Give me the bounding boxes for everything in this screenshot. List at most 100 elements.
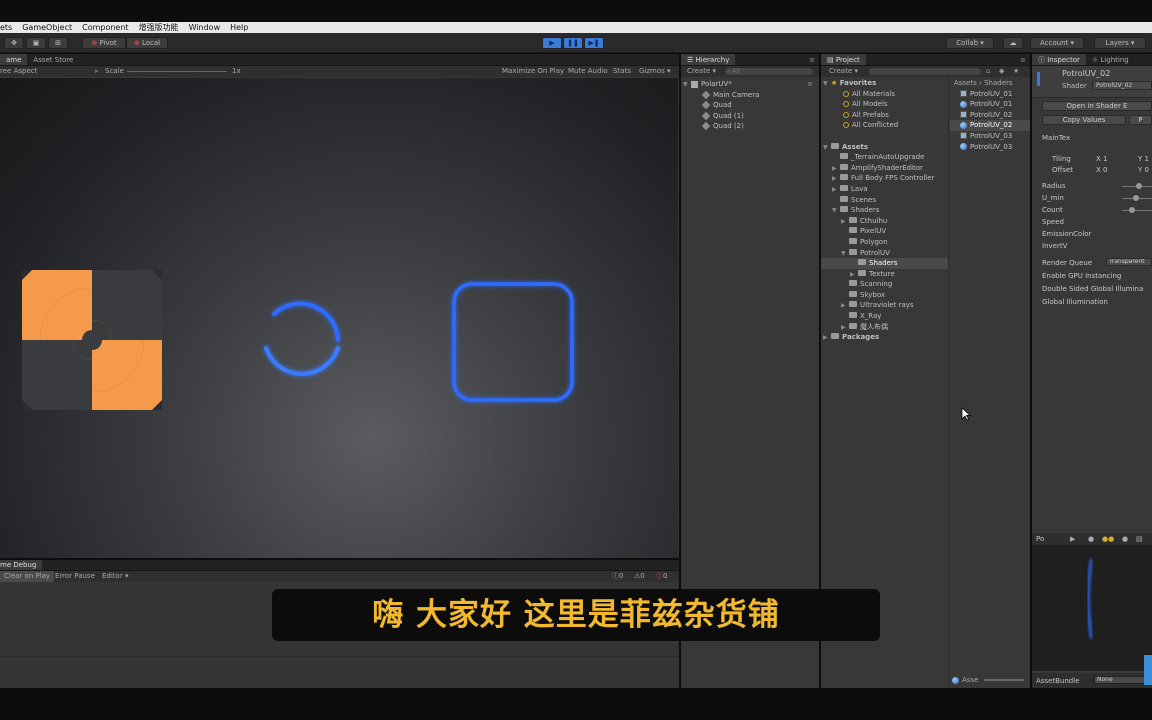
game-viewport[interactable] [0, 78, 678, 558]
menu-help[interactable]: Help [230, 23, 248, 32]
move-tool-icon[interactable]: ✥ [4, 37, 24, 49]
search-by-type-icon[interactable]: ⌂ [986, 66, 990, 77]
tab-asset-store[interactable]: Asset Store [27, 54, 79, 65]
favorites-header[interactable]: ▼ ★ Favorites [821, 78, 948, 89]
step-button[interactable]: ▶❚ [584, 37, 604, 49]
clear-on-play-toggle[interactable]: Clear on Play [0, 571, 55, 582]
stats-toggle[interactable]: Stats [613, 66, 631, 77]
icon-size-slider[interactable] [984, 679, 1024, 681]
tab-game[interactable]: ame [0, 54, 28, 65]
info-count[interactable]: ⓘ0 [612, 571, 623, 582]
project-file-item[interactable]: PotrolUV_01 [950, 99, 1030, 110]
tab-inspector[interactable]: ⓘ Inspector [1032, 54, 1086, 65]
favorite-all-materials[interactable]: All Materials [821, 89, 948, 100]
project-folder-item[interactable]: ▶ Full Body FPS Controller [821, 173, 948, 184]
favorite-all-conflicted[interactable]: All Conflicted [821, 120, 948, 131]
project-folder-item[interactable]: ▶ Ultraviolet rays [821, 300, 948, 311]
star-filter-icon[interactable]: ★ [1013, 66, 1019, 77]
account-button[interactable]: Account ▾ [1030, 37, 1084, 49]
tab-console[interactable]: me Debug [0, 560, 43, 570]
shader-dropdown[interactable]: PotrolUV_02 [1092, 81, 1152, 90]
preview-sphere-icon[interactable]: ● [1088, 533, 1094, 545]
project-folder-item[interactable]: ▶ Lava [821, 184, 948, 195]
cloud-icon[interactable]: ☁ [1003, 37, 1023, 49]
tiling-y-field[interactable]: Y 1 [1138, 155, 1149, 163]
preview-play-icon[interactable]: ▶ [1070, 533, 1075, 545]
play-button[interactable]: ▶ [542, 37, 562, 49]
collab-button[interactable]: Collab ▾ [946, 37, 994, 49]
aspect-dropdown[interactable]: ree Aspect [0, 66, 37, 77]
project-folder-item[interactable]: Polygon [821, 237, 948, 248]
favorite-all-prefabs[interactable]: All Prefabs [821, 110, 948, 121]
project-folder-item[interactable]: ▶ AmplifyShaderEditor [821, 163, 948, 174]
layers-button[interactable]: Layers ▾ [1094, 37, 1146, 49]
project-folder-item[interactable]: Scenes [821, 195, 948, 206]
count-slider[interactable] [1122, 210, 1152, 211]
render-queue-dropdown[interactable]: Transparent [1106, 258, 1152, 266]
warning-count[interactable]: ⚠0 [634, 571, 645, 582]
project-search-input[interactable] [869, 68, 981, 75]
project-folder-item[interactable]: ▼ PotrolUV [821, 248, 948, 259]
hierarchy-create-button[interactable]: Create ▾ [687, 66, 716, 77]
project-file-item[interactable]: PotrolUV_02 [950, 120, 1030, 131]
project-folder-item[interactable]: _TerrainAutoUpgrade [821, 152, 948, 163]
pause-button[interactable]: ❚❚ [563, 37, 583, 49]
radius-slider-knob[interactable] [1136, 183, 1142, 189]
menu-component[interactable]: Component [82, 23, 128, 32]
project-file-item[interactable]: PotrolUV_02 [950, 110, 1030, 121]
project-folder-item[interactable]: ▶ Texture [821, 269, 948, 280]
project-file-item[interactable]: PotrolUV_03 [950, 131, 1030, 142]
scroll-indicator[interactable] [1144, 655, 1152, 685]
preview-menu-icon[interactable]: ▤ [1136, 533, 1143, 545]
search-by-label-icon[interactable]: ◆ [999, 66, 1004, 77]
menu-assets[interactable]: ets [0, 23, 12, 32]
project-folder-item[interactable]: PixelUV [821, 226, 948, 237]
project-menu-icon[interactable]: ≡ [1020, 54, 1026, 66]
scale-slider[interactable] [127, 71, 227, 72]
project-folder-item[interactable]: Scanning [821, 279, 948, 290]
expand-caret-icon[interactable]: ▶ [823, 333, 831, 344]
local-button[interactable]: ⊕ Local [126, 37, 168, 49]
menu-gameobject[interactable]: GameObject [22, 23, 72, 32]
error-pause-toggle[interactable]: Error Pause [55, 571, 95, 582]
preview-settings-icon[interactable]: ● [1122, 533, 1128, 545]
hierarchy-menu-icon[interactable]: ≡ [809, 54, 815, 66]
hierarchy-item-quad[interactable]: Quad [681, 100, 819, 111]
copy-values-button[interactable]: Copy Values [1042, 115, 1126, 125]
rect-tool-icon[interactable]: ▣ [26, 37, 46, 49]
project-folder-item[interactable]: ▼ Shaders [821, 205, 948, 216]
project-folder-item[interactable]: ▶ 魔人布偶 [821, 322, 948, 333]
breadcrumb-shaders[interactable]: Shaders [984, 79, 1012, 87]
favorite-all-models[interactable]: All Models [821, 99, 948, 110]
tab-project[interactable]: ▤ Project [821, 54, 866, 65]
transform-tool-icon[interactable]: ⊞ [48, 37, 68, 49]
project-file-item[interactable]: PotrolUV_03 [950, 142, 1030, 153]
tab-lighting[interactable]: ☼ Lighting [1086, 54, 1135, 65]
error-count[interactable]: ⓘ0 [656, 571, 667, 582]
breadcrumb-assets[interactable]: Assets [954, 79, 977, 87]
editor-dropdown[interactable]: Editor ▾ [102, 571, 128, 582]
offset-x-field[interactable]: X 0 [1096, 166, 1108, 174]
project-folder-item[interactable]: Shaders [821, 258, 948, 269]
scene-menu-icon[interactable]: ≡ [807, 79, 813, 90]
pivot-button[interactable]: ⊕ Pivot [82, 37, 126, 49]
packages-header[interactable]: ▶ Packages [821, 332, 948, 343]
assetbundle-dropdown[interactable]: None [1094, 676, 1146, 684]
project-create-button[interactable]: Create ▾ [829, 66, 858, 77]
maximize-on-play-toggle[interactable]: Maximize On Play [502, 66, 564, 77]
menu-window[interactable]: Window [189, 23, 221, 32]
hierarchy-item-quad-1[interactable]: Quad (1) [681, 111, 819, 122]
hierarchy-item-quad-2[interactable]: Quad (2) [681, 121, 819, 132]
hierarchy-search-input[interactable]: ⌕ All [725, 68, 813, 75]
tab-hierarchy[interactable]: ☰ Hierarchy [681, 54, 736, 65]
hierarchy-scene-row[interactable]: ▼ PolarUV* ≡ [681, 79, 819, 90]
gizmos-dropdown[interactable]: Gizmos ▾ [639, 66, 671, 77]
umin-slider-knob[interactable] [1133, 195, 1139, 201]
project-folder-item[interactable]: ▶ Cthulhu [821, 216, 948, 227]
hierarchy-item-main-camera[interactable]: Main Camera [681, 90, 819, 101]
project-folder-item[interactable]: Skybox [821, 290, 948, 301]
material-preview-area[interactable] [1032, 545, 1152, 671]
mute-audio-toggle[interactable]: Mute Audio [568, 66, 608, 77]
menu-enhanced[interactable]: 增强版功能 [139, 23, 179, 32]
count-slider-knob[interactable] [1129, 207, 1135, 213]
